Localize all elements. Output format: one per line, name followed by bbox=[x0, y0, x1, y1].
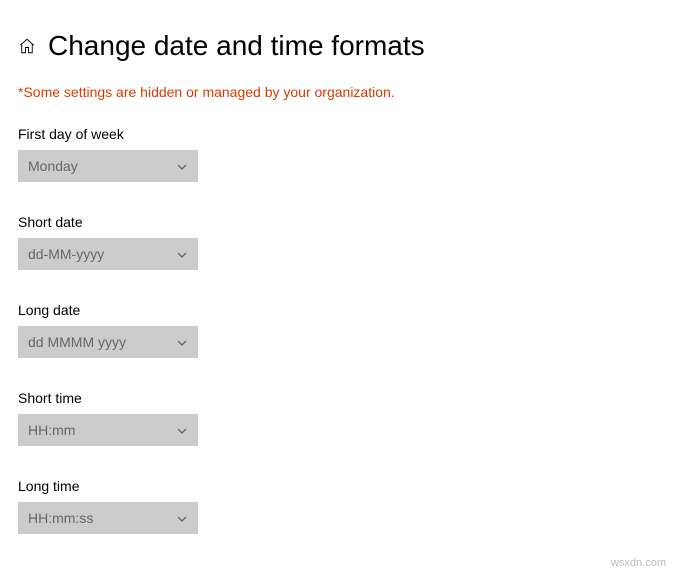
chevron-down-icon bbox=[176, 336, 188, 348]
short-time-group: Short time HH:mm bbox=[18, 390, 656, 446]
first-day-of-week-select[interactable]: Monday bbox=[18, 150, 198, 182]
short-date-select[interactable]: dd-MM-yyyy bbox=[18, 238, 198, 270]
first-day-of-week-label: First day of week bbox=[18, 126, 656, 142]
chevron-down-icon bbox=[176, 424, 188, 436]
page-title: Change date and time formats bbox=[48, 30, 425, 62]
short-date-value: dd-MM-yyyy bbox=[28, 246, 104, 262]
long-date-group: Long date dd MMMM yyyy bbox=[18, 302, 656, 358]
organization-warning: *Some settings are hidden or managed by … bbox=[18, 84, 656, 100]
first-day-of-week-value: Monday bbox=[28, 158, 78, 174]
watermark: wsxdn.com bbox=[611, 557, 666, 569]
chevron-down-icon bbox=[176, 248, 188, 260]
long-time-group: Long time HH:mm:ss bbox=[18, 478, 656, 534]
short-time-select[interactable]: HH:mm bbox=[18, 414, 198, 446]
short-date-group: Short date dd-MM-yyyy bbox=[18, 214, 656, 270]
long-time-value: HH:mm:ss bbox=[28, 510, 93, 526]
long-date-value: dd MMMM yyyy bbox=[28, 334, 126, 350]
long-date-select[interactable]: dd MMMM yyyy bbox=[18, 326, 198, 358]
first-day-of-week-group: First day of week Monday bbox=[18, 126, 656, 182]
short-date-label: Short date bbox=[18, 214, 656, 230]
long-date-label: Long date bbox=[18, 302, 656, 318]
long-time-label: Long time bbox=[18, 478, 656, 494]
chevron-down-icon bbox=[176, 160, 188, 172]
short-time-label: Short time bbox=[18, 390, 656, 406]
long-time-select[interactable]: HH:mm:ss bbox=[18, 502, 198, 534]
home-icon[interactable] bbox=[18, 37, 36, 55]
page-header: Change date and time formats bbox=[18, 30, 656, 62]
chevron-down-icon bbox=[176, 512, 188, 524]
short-time-value: HH:mm bbox=[28, 422, 75, 438]
